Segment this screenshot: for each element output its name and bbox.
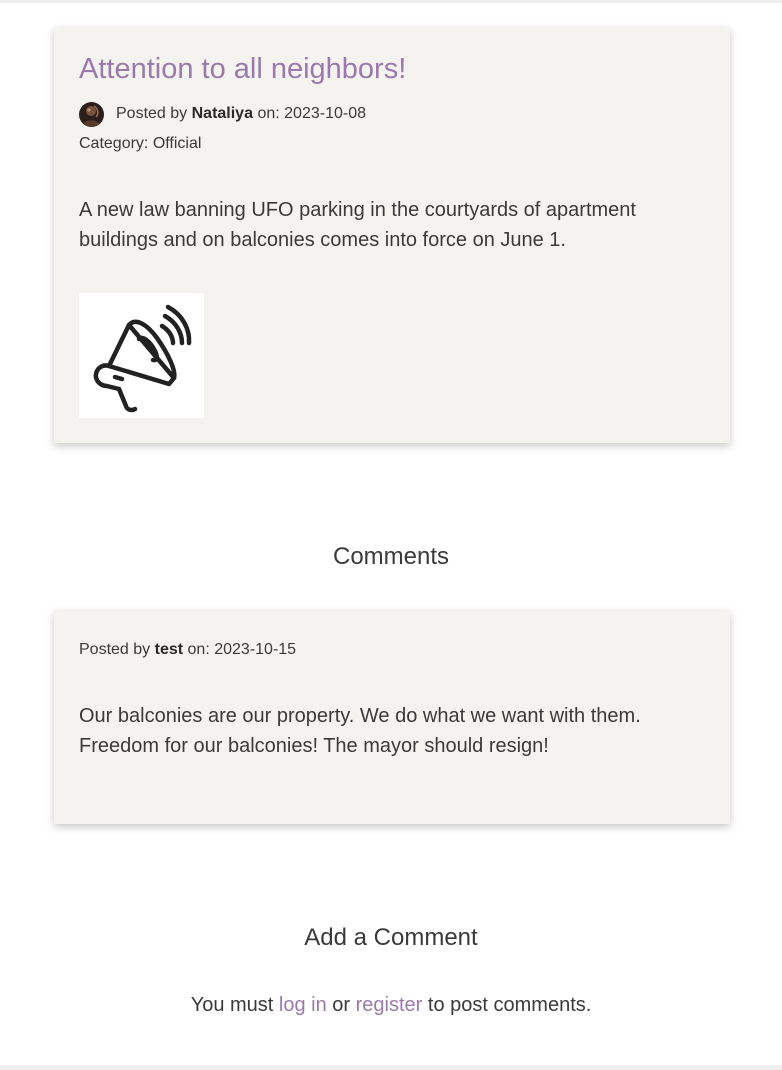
register-link[interactable]: register <box>356 994 423 1016</box>
add-comment-heading: Add a Comment <box>304 924 478 951</box>
post-date: 2023-10-08 <box>284 105 366 122</box>
comment-body: Our balconies are our property. We do wh… <box>79 705 641 757</box>
category-label: Category: <box>79 135 149 152</box>
comment-card: Posted by test on: 2023-10-15 Our balcon… <box>54 610 730 824</box>
login-link[interactable]: log in <box>279 994 327 1016</box>
post-title: Attention to all neighbors! <box>79 53 407 85</box>
top-divider <box>0 0 782 3</box>
login-prompt-suffix: to post comments. <box>427 994 592 1016</box>
author-avatar <box>79 101 104 127</box>
login-prompt: You must log in or register to post comm… <box>0 992 782 1018</box>
comment-author: test <box>154 641 184 658</box>
login-prompt-prefix: You must <box>190 994 274 1016</box>
post-author: Nataliya <box>191 105 253 122</box>
bottom-divider <box>0 1065 782 1070</box>
comment-posted-by-label: Posted by <box>79 641 151 658</box>
megaphone-icon <box>79 293 204 418</box>
post-body: A new law banning UFO parking in the cou… <box>79 199 636 251</box>
category-value: Official <box>152 135 202 152</box>
post-category: Category: Official <box>79 134 201 154</box>
on-label: on: <box>257 105 280 122</box>
posted-by-label: Posted by <box>116 105 188 122</box>
post-meta: Posted by Nataliya on: 2023-10-08 <box>79 101 366 127</box>
post-card: Attention to all neighbors! Posted by Na… <box>54 27 730 443</box>
comment-date: 2023-10-15 <box>214 641 297 658</box>
comment-meta: Posted by test on: 2023-10-15 <box>79 640 296 660</box>
comments-heading: Comments <box>332 543 450 570</box>
login-prompt-middle: or <box>332 994 351 1016</box>
comment-on-label: on: <box>187 641 210 658</box>
